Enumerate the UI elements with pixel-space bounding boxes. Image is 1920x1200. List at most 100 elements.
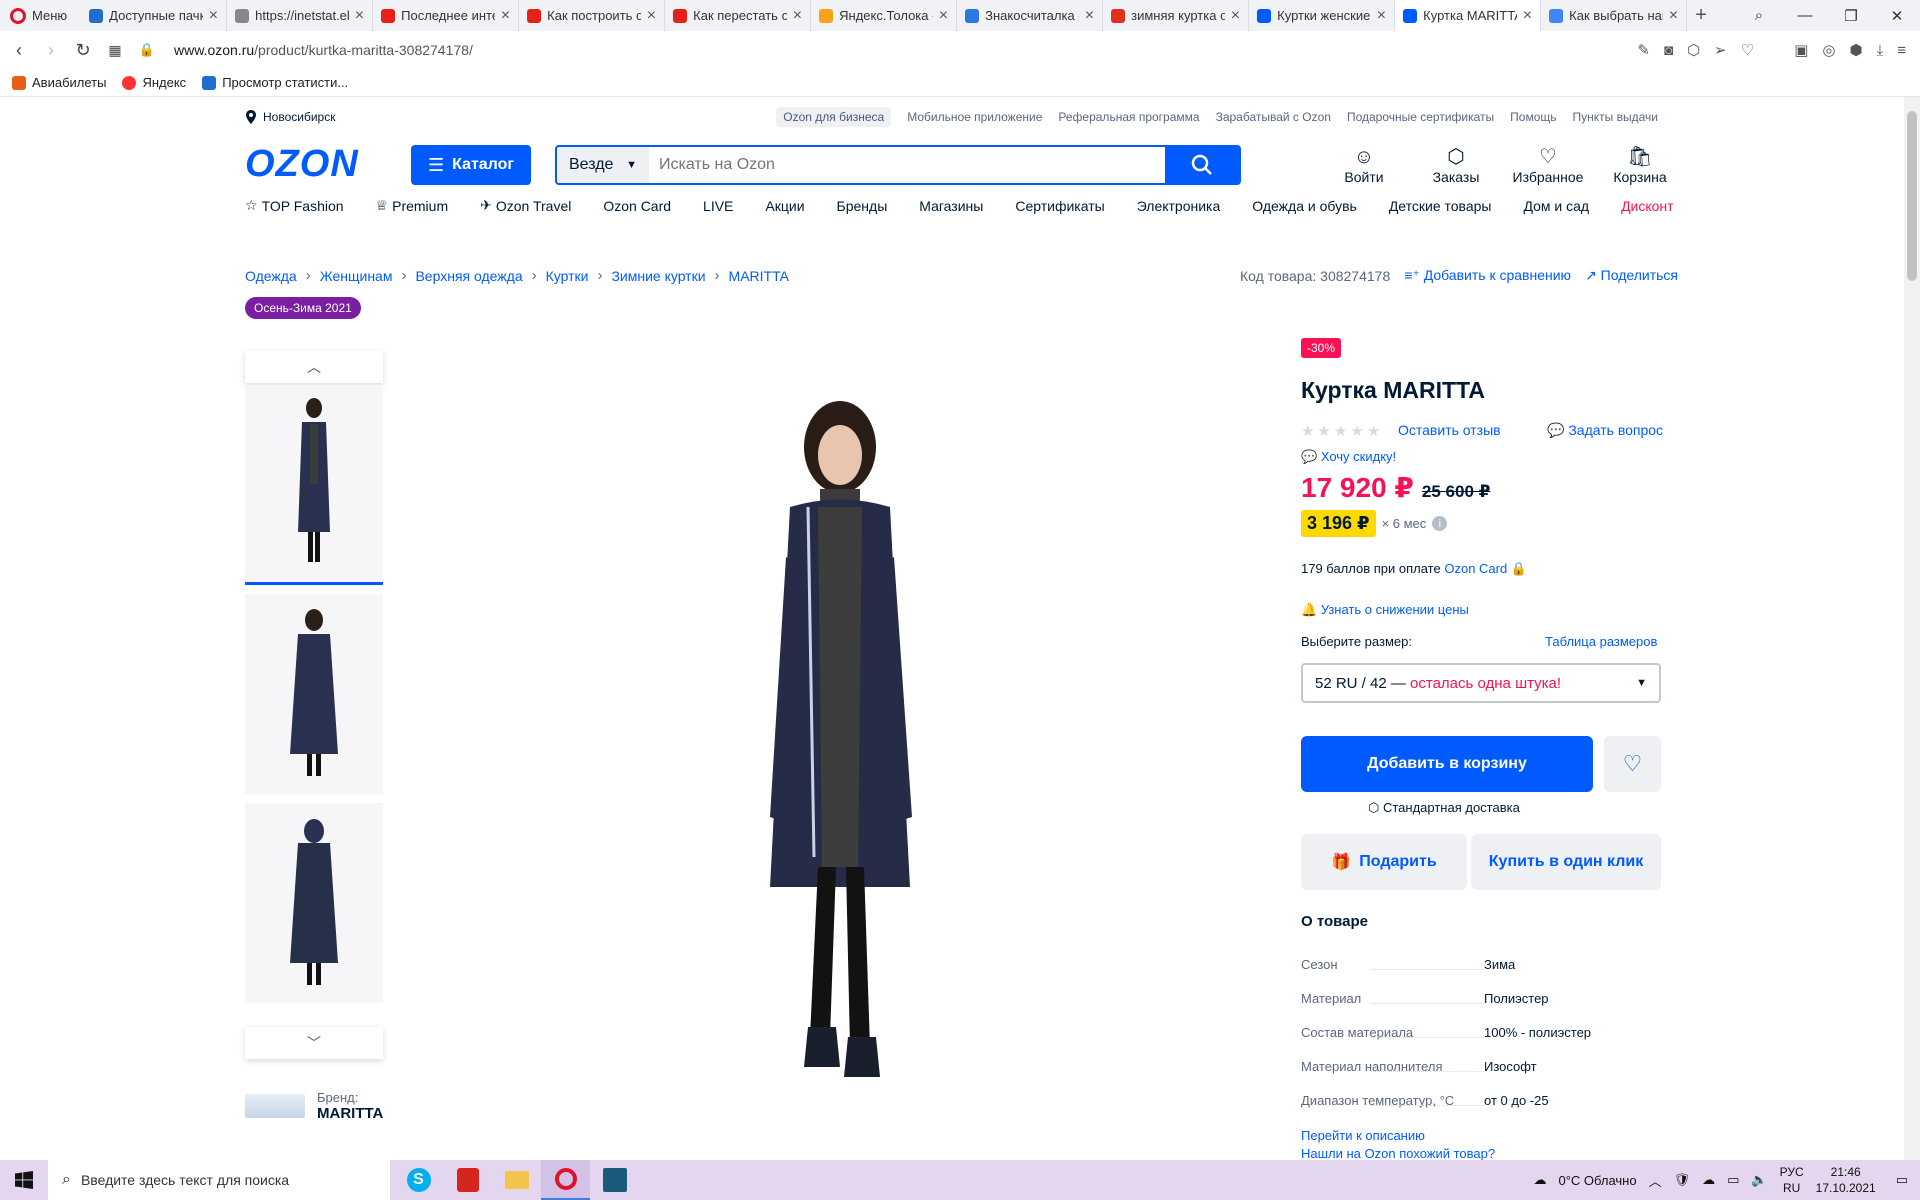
- gallery-up-button[interactable]: ︿: [245, 351, 383, 383]
- onedrive-icon[interactable]: ☁: [1702, 1172, 1715, 1188]
- search-tabs-icon[interactable]: ⌕: [1736, 7, 1782, 24]
- menu-item-clothes[interactable]: Одежда и обувь: [1252, 197, 1357, 214]
- menu-item-kids[interactable]: Детские товары: [1389, 197, 1492, 214]
- city-selector[interactable]: Новосибирск: [245, 110, 335, 124]
- found-similar-link[interactable]: Нашли на Ozon похожий товар?: [1301, 1146, 1495, 1160]
- browser-tab[interactable]: зимняя куртка о ×: [1103, 0, 1250, 31]
- search-scope-select[interactable]: Везде ▼: [557, 147, 649, 183]
- menu-item-home[interactable]: Дом и сад: [1523, 197, 1589, 214]
- send-icon[interactable]: ➢: [1714, 41, 1727, 59]
- menu-item-ozon-travel[interactable]: ✈ Ozon Travel: [480, 197, 571, 214]
- favorites-link[interactable]: ♡ Избранное: [1502, 145, 1594, 185]
- new-tab-button[interactable]: +: [1687, 4, 1715, 27]
- browser-tab[interactable]: Как перестать от ×: [665, 0, 812, 31]
- close-tab-icon[interactable]: ×: [355, 7, 364, 24]
- menu-item-discount[interactable]: Дисконт: [1621, 197, 1674, 214]
- menu-item-brands[interactable]: Бренды: [837, 197, 888, 214]
- thumbnail-3[interactable]: [245, 803, 383, 1003]
- browser-tab[interactable]: Как построить от ×: [519, 0, 666, 31]
- network-icon[interactable]: ▭: [1727, 1172, 1739, 1188]
- top-link[interactable]: Ozon для бизнеса: [776, 107, 892, 127]
- opera-menu-button[interactable]: Меню: [0, 0, 81, 31]
- opera-app[interactable]: [541, 1160, 590, 1200]
- close-tab-icon[interactable]: ×: [1231, 7, 1240, 24]
- close-tab-icon[interactable]: ×: [209, 7, 218, 24]
- edit-icon[interactable]: ✎: [1637, 41, 1650, 59]
- menu-item-top-fashion[interactable]: ☆ TOP Fashion: [245, 197, 344, 214]
- top-link[interactable]: Помощь: [1510, 110, 1556, 124]
- tray-chevron-icon[interactable]: ︿: [1649, 1171, 1662, 1190]
- close-tab-icon[interactable]: ×: [1085, 7, 1094, 24]
- add-to-cart-button[interactable]: Добавить в корзину: [1301, 736, 1593, 792]
- download-icon[interactable]: ⤓: [1877, 42, 1884, 59]
- menu-item-premium[interactable]: ♕ Premium: [376, 197, 449, 214]
- catalog-button[interactable]: ☰ Каталог: [411, 145, 531, 185]
- ozon-card-link[interactable]: Ozon Card: [1444, 561, 1507, 576]
- cart-link[interactable]: 🛍 Корзина: [1594, 145, 1686, 185]
- info-icon[interactable]: i: [1432, 516, 1448, 531]
- price-drop-notify-link[interactable]: 🔔 Узнать о снижении цены: [1301, 602, 1469, 618]
- top-link[interactable]: Пункты выдачи: [1573, 110, 1658, 124]
- minimize-button[interactable]: —: [1782, 7, 1828, 24]
- cube-icon[interactable]: ⬡: [1687, 41, 1700, 59]
- camera-icon[interactable]: ◙: [1664, 42, 1673, 59]
- thumbnail-2[interactable]: [245, 594, 383, 794]
- menu-item-electronics[interactable]: Электроника: [1137, 197, 1221, 214]
- login-link[interactable]: ☺ Войти: [1318, 145, 1410, 185]
- search-button[interactable]: [1165, 147, 1239, 183]
- notifications-icon[interactable]: ▭: [1896, 1172, 1908, 1188]
- menu-item-sales[interactable]: Акции: [765, 197, 804, 214]
- breadcrumb-link[interactable]: Куртки: [546, 268, 589, 284]
- breadcrumb-link[interactable]: Одежда: [245, 268, 297, 284]
- weather-label[interactable]: 0°C Облачно: [1558, 1173, 1636, 1188]
- bookmark-flights[interactable]: Авиабилеты: [12, 75, 106, 90]
- maximize-button[interactable]: ❐: [1828, 7, 1874, 25]
- menu-item-certificates[interactable]: Сертификаты: [1015, 197, 1104, 214]
- close-tab-icon[interactable]: ×: [647, 7, 656, 24]
- menu-item-shops[interactable]: Магазины: [919, 197, 983, 214]
- url-field[interactable]: www.ozon.ru/product/kurtka-maritta-30827…: [174, 42, 473, 58]
- forward-button[interactable]: ›: [38, 40, 64, 61]
- shield-icon[interactable]: 🛡: [1674, 1172, 1691, 1188]
- product-main-image[interactable]: [520, 347, 1160, 1160]
- want-discount-link[interactable]: 💬 Хочу скидку!: [1301, 449, 1396, 465]
- back-button[interactable]: ‹: [6, 40, 32, 61]
- bookmark-stats[interactable]: Просмотр статисти...: [202, 75, 348, 90]
- close-tab-icon[interactable]: ×: [793, 7, 802, 24]
- browser-tab[interactable]: Как выбрать нап ×: [1541, 0, 1688, 31]
- reload-button[interactable]: ↻: [70, 40, 96, 61]
- season-badge[interactable]: Осень-Зима 2021: [245, 297, 361, 319]
- top-link[interactable]: Реферальная программа: [1058, 110, 1199, 124]
- size-table-link[interactable]: Таблица размеров: [1545, 634, 1657, 649]
- go-to-description-link[interactable]: Перейти к описанию: [1301, 1128, 1425, 1143]
- start-button[interactable]: [0, 1160, 48, 1200]
- browser-tab[interactable]: Куртки женские ×: [1249, 0, 1396, 31]
- close-tab-icon[interactable]: ×: [1523, 7, 1532, 24]
- one-click-buy-button[interactable]: Купить в один клик: [1471, 834, 1661, 890]
- share-link[interactable]: ↗ Поделиться: [1585, 267, 1678, 284]
- explorer-app[interactable]: [492, 1160, 541, 1200]
- rating-stars[interactable]: ★ ★ ★ ★ ★: [1301, 422, 1380, 440]
- top-link[interactable]: Подарочные сертификаты: [1347, 110, 1494, 124]
- browser-tab[interactable]: Яндекс.Толока - ×: [811, 0, 958, 31]
- size-select[interactable]: 52 RU / 42 — осталась одна штука! ▼: [1301, 663, 1661, 703]
- speed-dial-icon[interactable]: ▦: [102, 42, 128, 59]
- clock[interactable]: 21:46 17.10.2021: [1816, 1164, 1876, 1196]
- installment-block[interactable]: 3 196 ₽ × 6 мес i: [1301, 510, 1448, 537]
- breadcrumb-link[interactable]: Женщинам: [320, 268, 393, 284]
- top-link[interactable]: Зарабатывай с Ozon: [1216, 110, 1331, 124]
- language-indicator[interactable]: РУС RU: [1780, 1164, 1804, 1196]
- browser-tab[interactable]: Куртка MARITTA ×: [1395, 0, 1542, 31]
- close-tab-icon[interactable]: ×: [501, 7, 510, 24]
- heart-icon[interactable]: ♡: [1741, 41, 1754, 59]
- close-tab-icon[interactable]: ×: [939, 7, 948, 24]
- gift-button[interactable]: 🎁 Подарить: [1301, 834, 1467, 890]
- menu-item-live[interactable]: LIVE: [703, 197, 733, 214]
- gallery-down-button[interactable]: ﹀: [245, 1027, 383, 1059]
- top-link[interactable]: Мобильное приложение: [907, 110, 1042, 124]
- browser-tab[interactable]: Знакосчиталка - ×: [957, 0, 1104, 31]
- taskbar-search[interactable]: ⌕ Введите здесь текст для поиска: [48, 1160, 390, 1200]
- volume-icon[interactable]: 🔈: [1751, 1172, 1767, 1188]
- menu-item-ozon-card[interactable]: Ozon Card: [603, 197, 671, 214]
- thumbnail-1[interactable]: [245, 385, 383, 585]
